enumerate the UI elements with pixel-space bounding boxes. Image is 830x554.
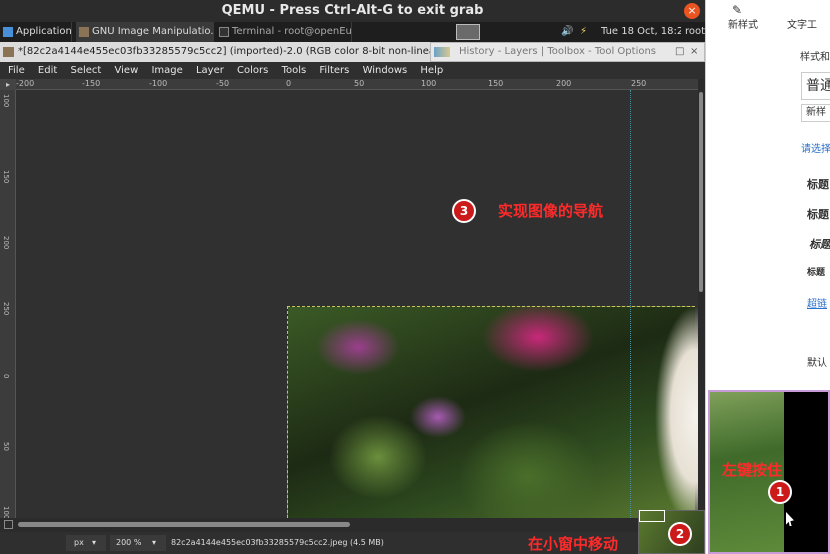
horizontal-ruler: -200 -150 -100 -50 0 50 100 150 200 250	[16, 79, 698, 90]
annotation-marker-2: 2	[668, 522, 692, 546]
workspace-switcher[interactable]	[456, 24, 480, 40]
menu-tools[interactable]: Tools	[282, 65, 307, 76]
network-icon[interactable]: ⚡	[580, 22, 594, 42]
applications-label: Applications	[16, 26, 72, 37]
style-select[interactable]: 普通	[801, 72, 830, 100]
menu-help[interactable]: Help	[420, 65, 443, 76]
qemu-window-title: QEMU - Press Ctrl-Alt-G to exit grab	[0, 0, 705, 22]
menu-view[interactable]: View	[115, 65, 139, 76]
close-icon[interactable]: ×	[690, 43, 698, 61]
gimp-icon	[3, 47, 14, 57]
applications-menu[interactable]: Applications	[0, 22, 72, 42]
zoom-select[interactable]: 200 % ▾	[110, 535, 166, 551]
style-heading-4[interactable]: 标题	[807, 265, 825, 278]
vertical-scroll-thumb[interactable]	[699, 92, 703, 292]
taskbar-label: Terminal - root@openEu...	[232, 26, 352, 37]
volume-icon[interactable]: 🔊	[561, 22, 575, 42]
ruler-corner-button[interactable]: ▸	[0, 79, 16, 90]
gimp-title-text: *[82c2a4144e455ec03fb33285579c5cc2] (imp…	[18, 46, 468, 57]
menu-layer[interactable]: Layer	[196, 65, 224, 76]
ruler-tick: 250	[631, 79, 647, 88]
annotation-text-2: 在小窗中移动	[528, 535, 619, 553]
ruler-tick: 200	[556, 79, 572, 88]
style-heading-3[interactable]: 标题	[809, 236, 830, 252]
annotation-text-1: 左键按住	[722, 461, 783, 479]
chevron-down-icon: ▾	[152, 538, 157, 547]
menu-select[interactable]: Select	[70, 65, 101, 76]
menu-file[interactable]: File	[8, 65, 25, 76]
zoom-value: 200 %	[116, 538, 142, 547]
ruler-tick: 0	[2, 374, 10, 379]
taskbar-item-gimp[interactable]: GNU Image Manipulatio...	[76, 22, 214, 42]
ruler-tick: -100	[149, 79, 168, 88]
close-icon[interactable]: ×	[684, 3, 700, 19]
vertical-ruler: 100 150 200 250 0 50 100	[0, 90, 16, 519]
style-heading-2[interactable]: 标题	[807, 206, 829, 222]
ruler-tick: 100	[2, 94, 10, 108]
image-layer[interactable]	[287, 306, 695, 518]
file-info: 82c2a4144e455ec03fb33285579c5cc2.jpeg (4…	[171, 538, 384, 547]
user-menu[interactable]: root	[685, 22, 705, 42]
styles-heading: 样式和	[800, 52, 830, 63]
new-style-button[interactable]: 新样式	[728, 16, 758, 31]
ruler-tick: 100	[421, 79, 437, 88]
ruler-tick: 50	[354, 79, 365, 88]
navigate-viewport-rect[interactable]	[639, 510, 665, 522]
text-tool-button[interactable]: 文字工	[787, 16, 817, 31]
cat-fur-region	[640, 306, 700, 518]
applications-icon	[3, 27, 13, 37]
ruler-tick: -150	[82, 79, 101, 88]
new-style-icon: ✎	[732, 3, 743, 17]
ruler-tick: 250	[2, 302, 10, 316]
guide-line[interactable]	[630, 90, 631, 518]
default-style[interactable]: 默认	[807, 354, 827, 369]
menu-edit[interactable]: Edit	[38, 65, 57, 76]
terminal-icon	[219, 27, 229, 37]
ruler-tick: 150	[488, 79, 504, 88]
dock-window-title: History - Layers | Toolbox - Tool Option…	[430, 42, 705, 62]
menu-bar: File Edit Select View Image Layer Colors…	[0, 62, 705, 79]
hyperlink-style[interactable]: 超链	[807, 295, 827, 310]
annotation-marker-3: 3	[452, 199, 476, 223]
ruler-tick: 50	[2, 442, 10, 451]
chevron-down-icon: ▾	[92, 538, 97, 547]
menu-filters[interactable]: Filters	[319, 65, 349, 76]
clock[interactable]: Tue 18 Oct, 18:20	[601, 22, 681, 42]
dock-title-text: History - Layers | Toolbox - Tool Option…	[459, 46, 657, 57]
gimp-icon	[79, 27, 89, 37]
ruler-tick: -200	[16, 79, 35, 88]
ruler-tick: 150	[2, 170, 10, 184]
taskbar-label: GNU Image Manipulatio...	[92, 26, 214, 37]
maximize-icon[interactable]: □	[675, 43, 684, 61]
taskbar-item-terminal[interactable]: Terminal - root@openEu...	[216, 22, 352, 42]
select-prompt: 请选择	[801, 144, 830, 155]
ruler-tick: 0	[286, 79, 292, 88]
dock-icon	[434, 47, 450, 57]
top-panel: Applications GNU Image Manipulatio... Te…	[0, 22, 705, 42]
ruler-tick: -50	[216, 79, 230, 88]
horizontal-scroll-thumb[interactable]	[18, 522, 350, 527]
quick-mask-toggle[interactable]	[4, 520, 13, 529]
ruler-tick: 200	[2, 236, 10, 250]
menu-colors[interactable]: Colors	[237, 65, 268, 76]
annotation-marker-1: 1	[768, 480, 792, 504]
unit-value: px	[74, 538, 84, 547]
menu-image[interactable]: Image	[151, 65, 182, 76]
style-heading-1[interactable]: 标题	[807, 176, 829, 192]
annotation-text-3: 实现图像的导航	[498, 202, 604, 220]
menu-windows[interactable]: Windows	[363, 65, 408, 76]
unit-select[interactable]: px ▾	[66, 535, 106, 551]
new-button[interactable]: 新样	[801, 104, 830, 122]
